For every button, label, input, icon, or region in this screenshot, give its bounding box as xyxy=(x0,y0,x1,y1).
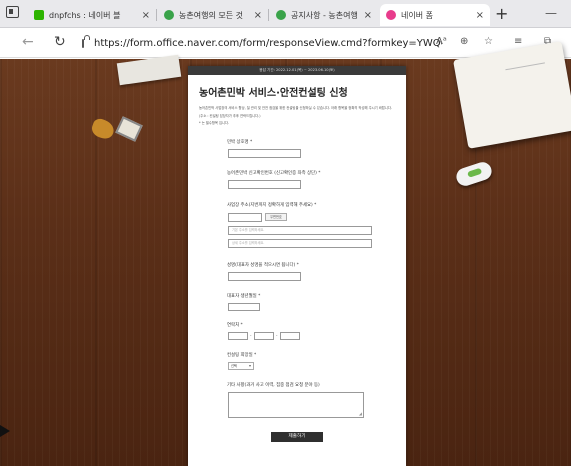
owner-input[interactable] xyxy=(228,272,301,281)
form-sheet: 응답 기간: 2022.12.01(목) ~ 2023.06.10(토) 농어촌… xyxy=(188,66,406,466)
minimize-button[interactable]: — xyxy=(545,6,557,20)
new-tab-button[interactable]: + xyxy=(495,4,508,23)
form-title: 농어촌민박 서비스·안전컨설팅 신청 xyxy=(199,88,348,99)
tab-notice[interactable]: 공지사항 - 농촌여행 × xyxy=(270,4,378,26)
contact-note: (주소 : 컨설팅 담당자가 추후 연락드립니다.) xyxy=(199,114,261,118)
tab-separator xyxy=(156,9,157,21)
question-hope-date: 컨설팅 희망일 * xyxy=(227,353,257,358)
tab-label: 공지사항 - 농촌여행 xyxy=(291,10,358,20)
phone-separator: - xyxy=(276,333,278,338)
close-icon[interactable]: × xyxy=(360,10,372,21)
address-detail-input[interactable]: 상세 주소를 입력하세요. xyxy=(228,239,372,248)
question-owner: 성명(대표자 성명을 적으시면 됩니다) * xyxy=(227,263,299,268)
zipcode-search-button[interactable]: 우편번호 xyxy=(265,213,287,221)
tab-rural-travel[interactable]: 농촌여행의 모든 것 × xyxy=(158,4,268,26)
zoom-icon[interactable]: ⊕ xyxy=(460,36,468,47)
favorites-icon[interactable]: ≡ xyxy=(514,36,522,47)
birth-input[interactable] xyxy=(228,303,260,311)
address-basic-input[interactable]: 기본 주소를 입력하세요. xyxy=(228,226,372,235)
back-icon[interactable]: ← xyxy=(22,34,34,50)
question-address: 사업장 주소(지번까지 정확하게 입력해 주세요) * xyxy=(227,203,317,208)
arrow-marker-icon xyxy=(0,425,10,437)
etc-textarea[interactable]: ◢ xyxy=(228,392,364,418)
lock-icon xyxy=(82,34,90,48)
tab-label: dnpfchs : 네이버 블 xyxy=(49,10,121,20)
url-field[interactable]: https://form.office.naver.com/form/respo… xyxy=(82,33,442,53)
browser-tab-bar: dnpfchs : 네이버 블 × 농촌여행의 모든 것 × 공지사항 - 농촌… xyxy=(0,0,571,28)
question-birth: 대표자 생년월일 * xyxy=(227,294,261,299)
read-aloud-icon[interactable]: Aᵃ xyxy=(436,36,447,47)
license-input[interactable] xyxy=(228,180,301,189)
phone-separator: - xyxy=(250,333,252,338)
phone-part1-input[interactable] xyxy=(228,332,248,340)
tab-label: 네이버 폼 xyxy=(401,10,433,20)
tab-label: 농촌여행의 모든 것 xyxy=(179,10,243,20)
hope-date-select-value: 선택 xyxy=(231,364,237,368)
notebook-decoration xyxy=(453,41,571,149)
chevron-down-icon: ▾ xyxy=(248,363,251,368)
submit-button[interactable]: 제출하기 xyxy=(271,432,323,442)
response-period-bar: 응답 기간: 2022.12.01(목) ~ 2023.06.10(토) xyxy=(188,66,406,75)
zipcode-input[interactable] xyxy=(228,213,262,222)
naver-blog-favicon-icon xyxy=(34,10,44,20)
tab-naver-form[interactable]: 네이버 폼 × xyxy=(380,4,490,26)
close-icon[interactable]: × xyxy=(472,10,484,21)
close-icon[interactable]: × xyxy=(138,10,150,21)
hope-date-select[interactable]: 선택 ▾ xyxy=(228,362,254,370)
tab-actions-icon[interactable] xyxy=(6,6,19,18)
resize-handle-icon[interactable]: ◢ xyxy=(359,411,362,416)
tab-blog[interactable]: dnpfchs : 네이버 블 × xyxy=(28,4,156,26)
name-input[interactable] xyxy=(228,149,301,158)
favorite-add-icon[interactable]: ☆ xyxy=(484,36,493,47)
question-etc: 기타 사항(과거 사고 이력, 집중 점검 요청 분야 등) xyxy=(227,383,320,388)
url-text: https://form.office.naver.com/form/respo… xyxy=(94,37,442,49)
leaf-favicon-icon xyxy=(276,10,286,20)
form-intro: 농어촌민박 사업장의 서비스 향상, 질 관리 및 안전 점검을 위한 컨설팅을… xyxy=(199,106,392,110)
naver-form-favicon-icon xyxy=(386,10,396,20)
tab-separator xyxy=(268,9,269,21)
question-phone: 연락처 * xyxy=(227,323,243,328)
refresh-icon[interactable]: ↻ xyxy=(54,34,66,50)
phone-part2-input[interactable] xyxy=(254,332,274,340)
close-icon[interactable]: × xyxy=(250,10,262,21)
required-note: * 는 필수항목 입니다. xyxy=(199,121,230,125)
phone-part3-input[interactable] xyxy=(280,332,300,340)
leaf-favicon-icon xyxy=(164,10,174,20)
question-license: 농어촌민박 신고확인번호 (신고확인증 좌측 상단) * xyxy=(227,171,321,176)
question-name: 민박 상호명 * xyxy=(227,140,253,145)
